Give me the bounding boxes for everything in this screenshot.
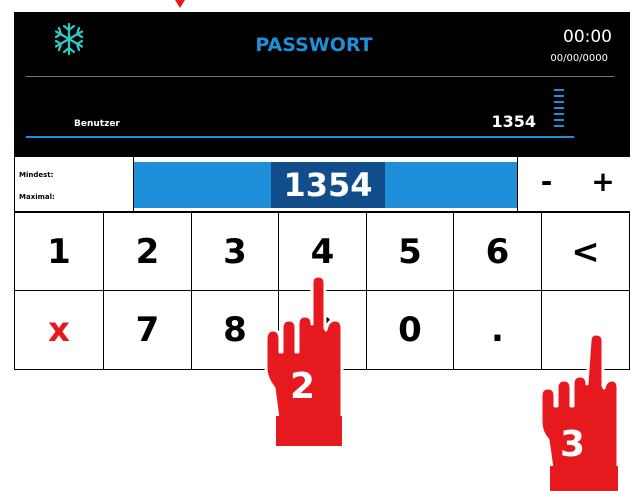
key-0[interactable]: 0 — [367, 291, 454, 369]
hand-2-label: 2 — [290, 366, 315, 407]
key-2[interactable]: 2 — [104, 213, 192, 291]
limits-labels: Mindest: Maximal: — [15, 157, 74, 211]
snowflake-icon — [54, 22, 84, 56]
cancel-key[interactable]: x — [15, 291, 104, 369]
password-value-display[interactable]: 1354 — [271, 162, 385, 208]
user-value[interactable]: 1354 — [491, 112, 536, 131]
down-arrow-icon — [175, 0, 185, 8]
user-label: Benutzer — [74, 119, 120, 129]
page-title: PASSWORT — [255, 34, 373, 56]
header: PASSWORT 00:00 00/00/0000 Benutzer 1354 — [14, 12, 630, 156]
pointing-hand-icon-3: 3 — [539, 332, 620, 491]
plus-button[interactable]: + — [575, 157, 631, 211]
user-field-underline — [26, 136, 574, 138]
min-label: Mindest: — [19, 171, 54, 179]
backspace-key[interactable]: < — [542, 213, 629, 291]
value-row: Mindest: Maximal: 1354 - + — [14, 156, 631, 212]
header-divider — [26, 76, 614, 77]
max-label: Maximal: — [19, 193, 55, 201]
pointing-hand-icon-2: 2 — [264, 274, 344, 446]
clock-date: 00/00/0000 — [550, 53, 608, 64]
hand-3-label: 3 — [560, 424, 585, 465]
key-7[interactable]: 7 — [104, 291, 192, 369]
limits-value-cell — [73, 157, 134, 211]
key-decimal[interactable]: . — [454, 291, 542, 369]
clock-time: 00:00 — [563, 27, 612, 47]
minus-button[interactable]: - — [517, 157, 576, 211]
key-6[interactable]: 6 — [454, 213, 542, 291]
key-1[interactable]: 1 — [15, 213, 104, 291]
scroll-indicator-icon[interactable] — [554, 89, 564, 131]
key-5[interactable]: 5 — [367, 213, 454, 291]
